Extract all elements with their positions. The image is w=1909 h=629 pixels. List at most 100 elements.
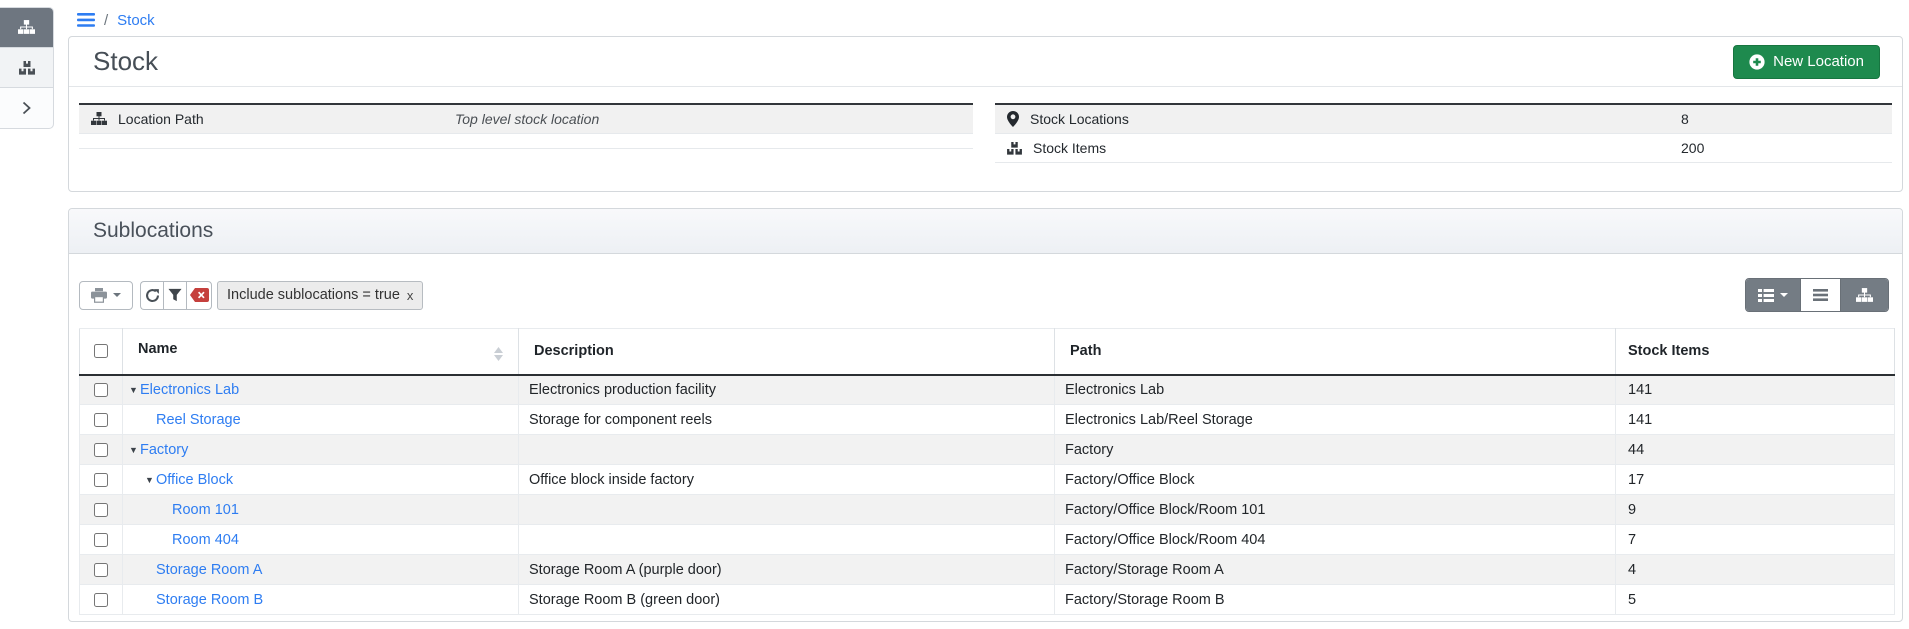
table-row: ▼FactoryFactory44 (80, 435, 1895, 465)
sublocations-body: Include sublocations = true x (69, 278, 1902, 615)
location-link[interactable]: Room 404 (172, 532, 239, 548)
sidebar-item-stock-items[interactable] (0, 48, 53, 88)
clear-filter-icon (190, 288, 209, 302)
columns-dropdown-button[interactable] (1746, 279, 1801, 311)
column-header-description[interactable]: Description (519, 329, 1055, 375)
column-header-path[interactable]: Path (1055, 329, 1616, 375)
refresh-button[interactable] (140, 281, 163, 310)
row-select-cell (80, 555, 123, 585)
table-row: Storage Room AStorage Room A (purple doo… (80, 555, 1895, 585)
collapse-caret-icon[interactable]: ▼ (129, 445, 140, 455)
path-cell: Factory (1055, 435, 1616, 465)
collapse-caret-icon[interactable]: ▼ (145, 475, 156, 485)
tree-indent (129, 513, 161, 514)
tree-indent (129, 603, 145, 604)
breadcrumb-separator: / (104, 12, 108, 29)
name-cell: ▼Office Block (123, 465, 519, 495)
path-cell: Factory/Office Block/Room 404 (1055, 525, 1616, 555)
select-all-checkbox[interactable] (94, 344, 108, 358)
tree-view-button[interactable] (1841, 279, 1888, 311)
name-header-label: Name (138, 341, 178, 357)
description-cell (519, 525, 1055, 555)
sitemap-icon (18, 20, 35, 35)
location-link[interactable]: Electronics Lab (140, 382, 239, 398)
name-cell: Room 404 (123, 525, 519, 555)
tree-indent (129, 483, 145, 484)
row-checkbox[interactable] (94, 503, 108, 517)
row-checkbox[interactable] (94, 443, 108, 457)
view-toggle-group (1745, 278, 1889, 312)
filter-button-group (140, 281, 212, 310)
hamburger-icon[interactable] (77, 13, 95, 27)
info-panels: Location Path Top level stock location S… (69, 87, 1902, 163)
sidebar-expand-button[interactable] (0, 88, 53, 128)
sidebar (0, 7, 54, 129)
select-all-header (80, 329, 123, 375)
caret-down-icon (113, 293, 121, 297)
print-dropdown-button[interactable] (79, 281, 133, 310)
name-cell: Room 101 (123, 495, 519, 525)
name-cell: Storage Room B (123, 585, 519, 615)
row-select-cell (80, 585, 123, 615)
stock-items-row: Stock Items 200 (995, 134, 1892, 163)
row-checkbox[interactable] (94, 593, 108, 607)
list-view-button[interactable] (1801, 279, 1841, 311)
caret-down-icon (1780, 293, 1788, 297)
breadcrumb-link-stock[interactable]: Stock (117, 12, 155, 29)
new-location-button[interactable]: New Location (1733, 45, 1880, 79)
funnel-icon (168, 288, 182, 302)
clear-filter-button[interactable] (186, 281, 212, 310)
location-link[interactable]: Room 101 (172, 502, 239, 518)
location-link[interactable]: Factory (140, 442, 188, 458)
location-path-value: Top level stock location (455, 111, 599, 127)
location-link[interactable]: Storage Room A (156, 562, 262, 578)
sublocations-card: Sublocations (68, 208, 1903, 622)
page-title: Stock (93, 46, 158, 77)
boxes-icon (19, 61, 35, 75)
stock-locations-value: 8 (1681, 111, 1689, 127)
sublocations-title: Sublocations (93, 219, 213, 243)
row-select-cell (80, 525, 123, 555)
location-link[interactable]: Storage Room B (156, 592, 263, 608)
columns-icon (1758, 289, 1774, 302)
path-cell: Factory/Storage Room A (1055, 555, 1616, 585)
path-cell: Electronics Lab/Reel Storage (1055, 405, 1616, 435)
location-details-panel: Location Path Top level stock location (79, 103, 973, 149)
row-select-cell (80, 465, 123, 495)
column-header-stock-items[interactable]: Stock Items (1616, 329, 1895, 375)
row-checkbox[interactable] (94, 533, 108, 547)
filter-chip-remove[interactable]: x (407, 288, 414, 303)
stock-locations-row: Stock Locations 8 (995, 105, 1892, 134)
path-cell: Factory/Office Block/Room 101 (1055, 495, 1616, 525)
row-checkbox[interactable] (94, 473, 108, 487)
collapse-caret-icon[interactable]: ▼ (129, 385, 140, 395)
stock-items-cell: 17 (1616, 465, 1895, 495)
row-select-cell (80, 495, 123, 525)
table-row: Reel StorageStorage for component reelsE… (80, 405, 1895, 435)
location-link[interactable]: Office Block (156, 472, 233, 488)
row-checkbox[interactable] (94, 413, 108, 427)
sublocations-rows: ▼Electronics LabElectronics production f… (80, 375, 1895, 615)
description-cell (519, 495, 1055, 525)
stock-items-cell: 44 (1616, 435, 1895, 465)
table-row: Room 101 Factory/Office Block/Room 1019 (80, 495, 1895, 525)
row-checkbox[interactable] (94, 383, 108, 397)
plus-circle-icon (1749, 54, 1765, 70)
row-select-cell (80, 375, 123, 405)
table-row: Storage Room BStorage Room B (green door… (80, 585, 1895, 615)
stock-items-cell: 7 (1616, 525, 1895, 555)
name-cell: ▼Factory (123, 435, 519, 465)
stock-items-label: Stock Items (1033, 140, 1106, 156)
table-toolbar: Include sublocations = true x (79, 278, 1892, 312)
tree-indent (129, 543, 161, 544)
stock-items-cell: 9 (1616, 495, 1895, 525)
table-row: Room 404 Factory/Office Block/Room 4047 (80, 525, 1895, 555)
stock-items-cell: 141 (1616, 405, 1895, 435)
column-header-name[interactable]: Name (123, 329, 519, 375)
boxes-icon (1007, 142, 1022, 155)
row-checkbox[interactable] (94, 563, 108, 577)
filter-button[interactable] (163, 281, 186, 310)
location-link[interactable]: Reel Storage (156, 412, 241, 428)
path-cell: Electronics Lab (1055, 375, 1616, 405)
sidebar-item-location-tree[interactable] (0, 8, 53, 48)
